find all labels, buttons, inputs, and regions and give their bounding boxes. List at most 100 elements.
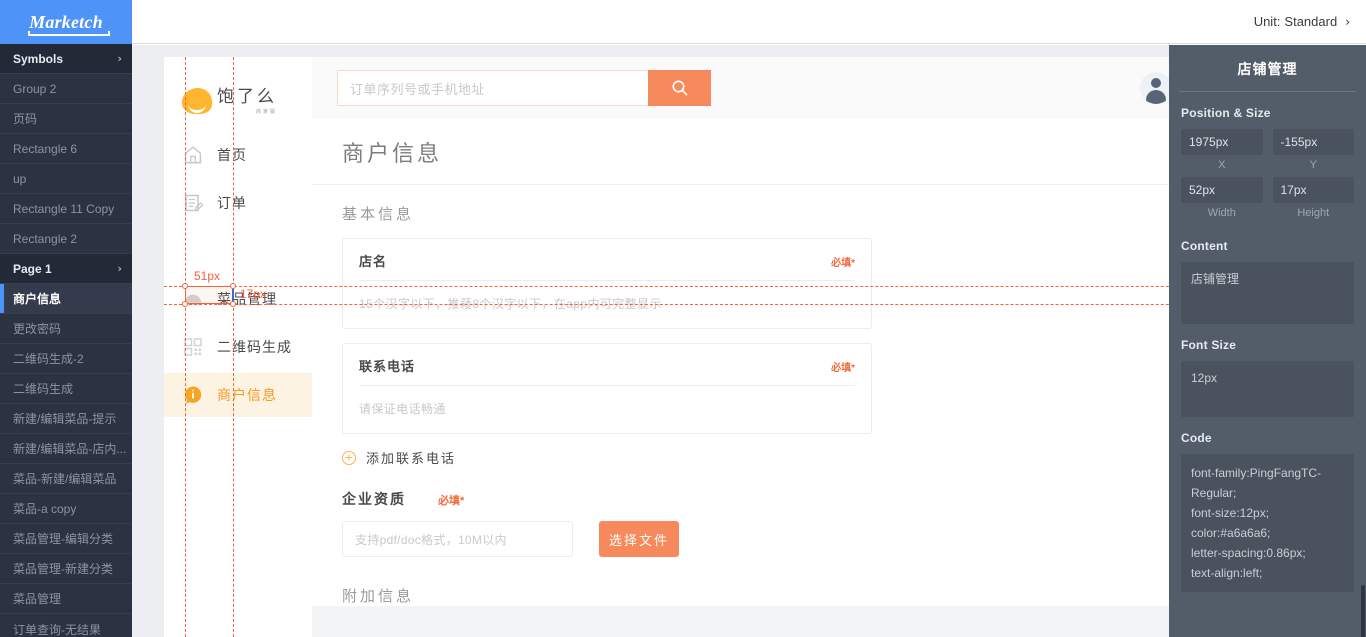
sidebar-item-11[interactable]: 二维码生成 — [0, 374, 132, 404]
app-sidebar: 饱了么 商家版 首页订单菜品管理二维码生成商户信息 — [164, 57, 312, 637]
app-nav-item-0[interactable]: 首页 — [164, 133, 312, 177]
sidebar-item-2[interactable]: 页码 — [0, 104, 132, 134]
app-nav-item-5[interactable]: 商户信息 — [164, 373, 312, 417]
page-title-bar: 商户信息 — [312, 119, 1169, 185]
code-value[interactable]: font-family:PingFangTC-Regular; font-siz… — [1181, 454, 1354, 592]
y-value-field[interactable]: -155px — [1272, 129, 1354, 155]
sidebar-item-6[interactable]: Rectangle 2 — [0, 224, 132, 254]
choose-file-button[interactable]: 选择文件 — [599, 521, 679, 557]
file-input[interactable]: 支持pdf/doc格式，10M以内 — [342, 521, 573, 557]
user-block[interactable]: dhjwk@182.com — [1139, 72, 1169, 104]
sidebar-item-16[interactable]: 菜品管理-编辑分类 — [0, 524, 132, 554]
dish-icon — [182, 288, 204, 310]
app-logo: 饱了么 商家版 — [164, 73, 312, 129]
add-phone-label: 添加联系电话 — [366, 451, 457, 466]
search-box[interactable]: 订单序列号或手机地址 — [337, 70, 711, 106]
app-root: Marketch Symbols › Group 2 页码 Rectangle 6 up R… — [0, 0, 1366, 637]
font-size-heading: Font Size — [1181, 338, 1237, 352]
search-button[interactable] — [648, 70, 711, 106]
unit-value[interactable]: Standard — [1284, 14, 1337, 29]
field-placeholder[interactable]: 15个汉字以下，推薐8个汉字以下，在app内可完整显示 — [359, 281, 855, 328]
app-logo-subtext: 商家版 — [255, 108, 277, 115]
font-size-value[interactable]: 12px — [1181, 361, 1354, 417]
inspector-position-size: Position & Size 1975px X -155px Y 52px W… — [1169, 106, 1366, 592]
x-value-field[interactable]: 1975px — [1181, 129, 1263, 155]
artboard: 饱了么 商家版 首页订单菜品管理二维码生成商户信息 订单序列号或手机地址 — [164, 57, 1169, 637]
field-card-shop-name[interactable]: 店名 必填* 15个汉字以下，推薐8个汉字以下，在app内可完整显示 — [342, 238, 872, 329]
sidebar-item-label: 新建/编辑菜品-提示 — [13, 412, 117, 426]
sidebar-layer-list: Symbols › Group 2 页码 Rectangle 6 up Rectangle … — [0, 44, 132, 637]
app-nav-item-1[interactable]: 订单 — [164, 181, 312, 225]
qualification-header: 企业资质 必填* — [342, 489, 1169, 509]
sidebar-item-7[interactable]: Page 1 › — [0, 254, 132, 284]
plus-circle-icon: + — [342, 450, 356, 465]
field-card-phone[interactable]: 联系电话 必填* 请保证电话畅通 — [342, 343, 872, 434]
sidebar-item-label: Page 1 — [13, 261, 52, 276]
brand-underline — [28, 31, 110, 36]
home-icon — [182, 144, 204, 166]
sidebar-item-4[interactable]: up — [0, 164, 132, 194]
inspector-divider — [1179, 91, 1356, 92]
app-logo-text: 饱了么 — [217, 86, 277, 106]
order-icon — [182, 192, 204, 214]
app-nav-item-4[interactable]: 二维码生成 — [164, 325, 312, 369]
width-value-field[interactable]: 52px — [1181, 177, 1263, 203]
sidebar-item-label: 菜品-新建/编辑菜品 — [13, 472, 117, 486]
code-heading: Code — [1181, 431, 1212, 445]
sidebar-item-label: 更改密码 — [13, 322, 62, 336]
sidebar-item-label: 菜品-a copy — [13, 502, 77, 516]
app-content: 商户信息 基本信息 店名 必填* 15个汉字以下，推薐8个汉字以下，在app内可… — [312, 119, 1169, 637]
content-card: 基本信息 店名 必填* 15个汉字以下，推薐8个汉字以下，在app内可完整显示 … — [312, 185, 1169, 606]
sidebar-item-label: Group 2 — [13, 81, 57, 96]
app-nav-item-shop-management[interactable] — [164, 229, 312, 273]
app-nav-item-3[interactable]: 菜品管理 — [164, 277, 312, 321]
page-title: 商户信息 — [342, 140, 443, 166]
app-nav-label: 订单 — [217, 195, 247, 211]
field-label: 联系电话 — [359, 359, 416, 374]
sidebar-item-18[interactable]: 菜品管理 — [0, 584, 132, 614]
required-badge: 必填* — [438, 495, 465, 507]
topbar: Unit: Standard › — [132, 0, 1366, 44]
sidebar-item-label: Rectangle 11 Copy — [13, 201, 115, 216]
sidebar-item-12[interactable]: 新建/编辑菜品-提示 — [0, 404, 132, 434]
sidebar-item-5[interactable]: Rectangle 11 Copy — [0, 194, 132, 224]
app-nav-label: 商户信息 — [217, 387, 277, 403]
sidebar-item-9[interactable]: 更改密码 — [0, 314, 132, 344]
chevron-right-icon: › — [117, 52, 122, 65]
app-nav-label: 二维码生成 — [217, 339, 292, 355]
section-title-basic: 基本信息 — [342, 206, 415, 223]
sidebar-item-3[interactable]: Rectangle 6 — [0, 134, 132, 164]
search-icon — [672, 80, 687, 96]
unit-label: Unit: — [1253, 14, 1281, 29]
sidebar-item-8[interactable]: 商户信息 — [0, 284, 132, 314]
canvas[interactable]: 饱了么 商家版 首页订单菜品管理二维码生成商户信息 订单序列号或手机地址 — [132, 45, 1169, 637]
sidebar-item-15[interactable]: 菜品-a copy — [0, 494, 132, 524]
add-phone-button[interactable]: + 添加联系电话 — [342, 448, 1169, 467]
sidebar-item-13[interactable]: 新建/编辑菜品-店内... — [0, 434, 132, 464]
sidebar-item-10[interactable]: 二维码生成-2 — [0, 344, 132, 374]
eleme-logo-icon — [182, 88, 212, 114]
app-nav-list: 首页订单菜品管理二维码生成商户信息 — [164, 133, 312, 417]
field-placeholder[interactable]: 请保证电话畅通 — [359, 386, 855, 433]
sidebar-item-label: 二维码生成-2 — [13, 352, 84, 366]
sidebar-item-label: Rectangle 6 — [13, 141, 78, 156]
sidebar-item-0[interactable]: Symbols › — [0, 44, 132, 74]
required-badge: 必填* — [831, 258, 855, 269]
sidebar-item-17[interactable]: 菜品管理-新建分类 — [0, 554, 132, 584]
app-nav-label: 菜品管理 — [217, 291, 277, 307]
chevron-right-icon[interactable]: › — [1345, 15, 1350, 29]
search-input[interactable]: 订单序列号或手机地址 — [337, 70, 648, 106]
sidebar-item-1[interactable]: Group 2 — [0, 74, 132, 104]
sidebar-item-label: 页码 — [13, 112, 38, 126]
sidebar-item-19[interactable]: 订单查询-无结果 — [0, 614, 132, 637]
x-caption: X — [1218, 159, 1226, 171]
sidebar-item-14[interactable]: 菜品-新建/编辑菜品 — [0, 464, 132, 494]
height-value-field[interactable]: 17px — [1272, 177, 1354, 203]
inspector-scrollbar[interactable] — [1361, 585, 1365, 637]
sidebar: Marketch Symbols › Group 2 页码 Rectangle 6 up R… — [0, 0, 132, 637]
sidebar-item-label: 订单查询-无结果 — [13, 622, 101, 637]
content-value[interactable]: 店铺管理 — [1181, 262, 1354, 324]
sidebar-item-label: 菜品管理 — [13, 592, 62, 606]
sidebar-item-label: 菜品管理-编辑分类 — [13, 532, 113, 546]
sidebar-item-label: Rectangle 2 — [13, 231, 78, 246]
